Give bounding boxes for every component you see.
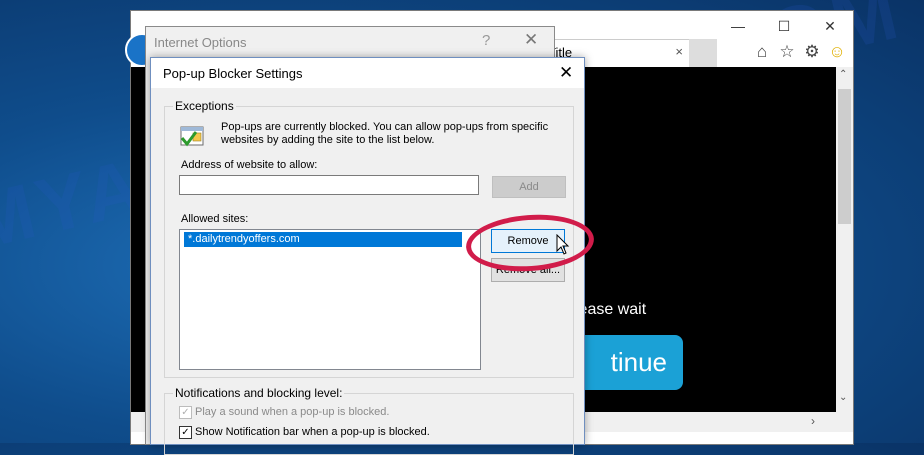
minimize-button[interactable]: — [715,11,761,41]
mouse-cursor-icon [556,234,570,255]
popup-window-icon [180,126,204,147]
notifications-group-label: Notifications and blocking level: [173,386,345,400]
allowed-sites-list[interactable]: *.dailytrendyoffers.com [179,229,481,370]
scroll-right-icon[interactable]: › [811,414,815,428]
vertical-scrollbar[interactable]: ⌃ ⌄ [836,67,853,412]
dialog-titlebar: Pop-up Blocker Settings ✕ [151,58,584,88]
address-input[interactable] [179,175,479,195]
allowed-sites-label: Allowed sites: [181,213,249,225]
gear-icon[interactable]: ⚙ [801,41,823,63]
star-icon[interactable]: ☆ [776,41,798,63]
new-tab-button[interactable] [689,39,717,67]
dialog-title: Pop-up Blocker Settings [163,66,303,81]
play-sound-checkbox[interactable]: ✓ [179,406,192,419]
home-icon[interactable]: ⌂ [751,41,773,63]
maximize-button[interactable]: ☐ [761,11,807,41]
tab-close-button[interactable]: × [675,44,683,59]
notifications-group [164,393,574,455]
list-item[interactable]: *.dailytrendyoffers.com [184,232,462,247]
play-sound-label: Play a sound when a pop-up is blocked. [195,406,390,418]
show-bar-label: Show Notification bar when a pop-up is b… [195,426,430,438]
please-wait-text: lease wait [575,301,647,318]
help-button[interactable]: ? [482,32,490,49]
scroll-up-icon[interactable]: ⌃ [839,69,847,80]
close-button[interactable]: ✕ [559,63,573,83]
address-label: Address of website to allow: [181,159,318,171]
smiley-icon[interactable]: ☺ [826,41,848,63]
add-button[interactable]: Add [492,176,566,198]
show-bar-checkbox[interactable]: ✓ [179,426,192,439]
dialog-title: Internet Options [154,35,247,50]
scroll-down-icon[interactable]: ⌄ [839,392,847,403]
scrollbar-thumb[interactable] [838,89,851,224]
close-button[interactable]: ✕ [524,30,538,50]
close-button[interactable]: ✕ [807,11,853,41]
exceptions-group-label: Exceptions [173,99,236,113]
exceptions-info-text: Pop-ups are currently blocked. You can a… [221,121,549,146]
